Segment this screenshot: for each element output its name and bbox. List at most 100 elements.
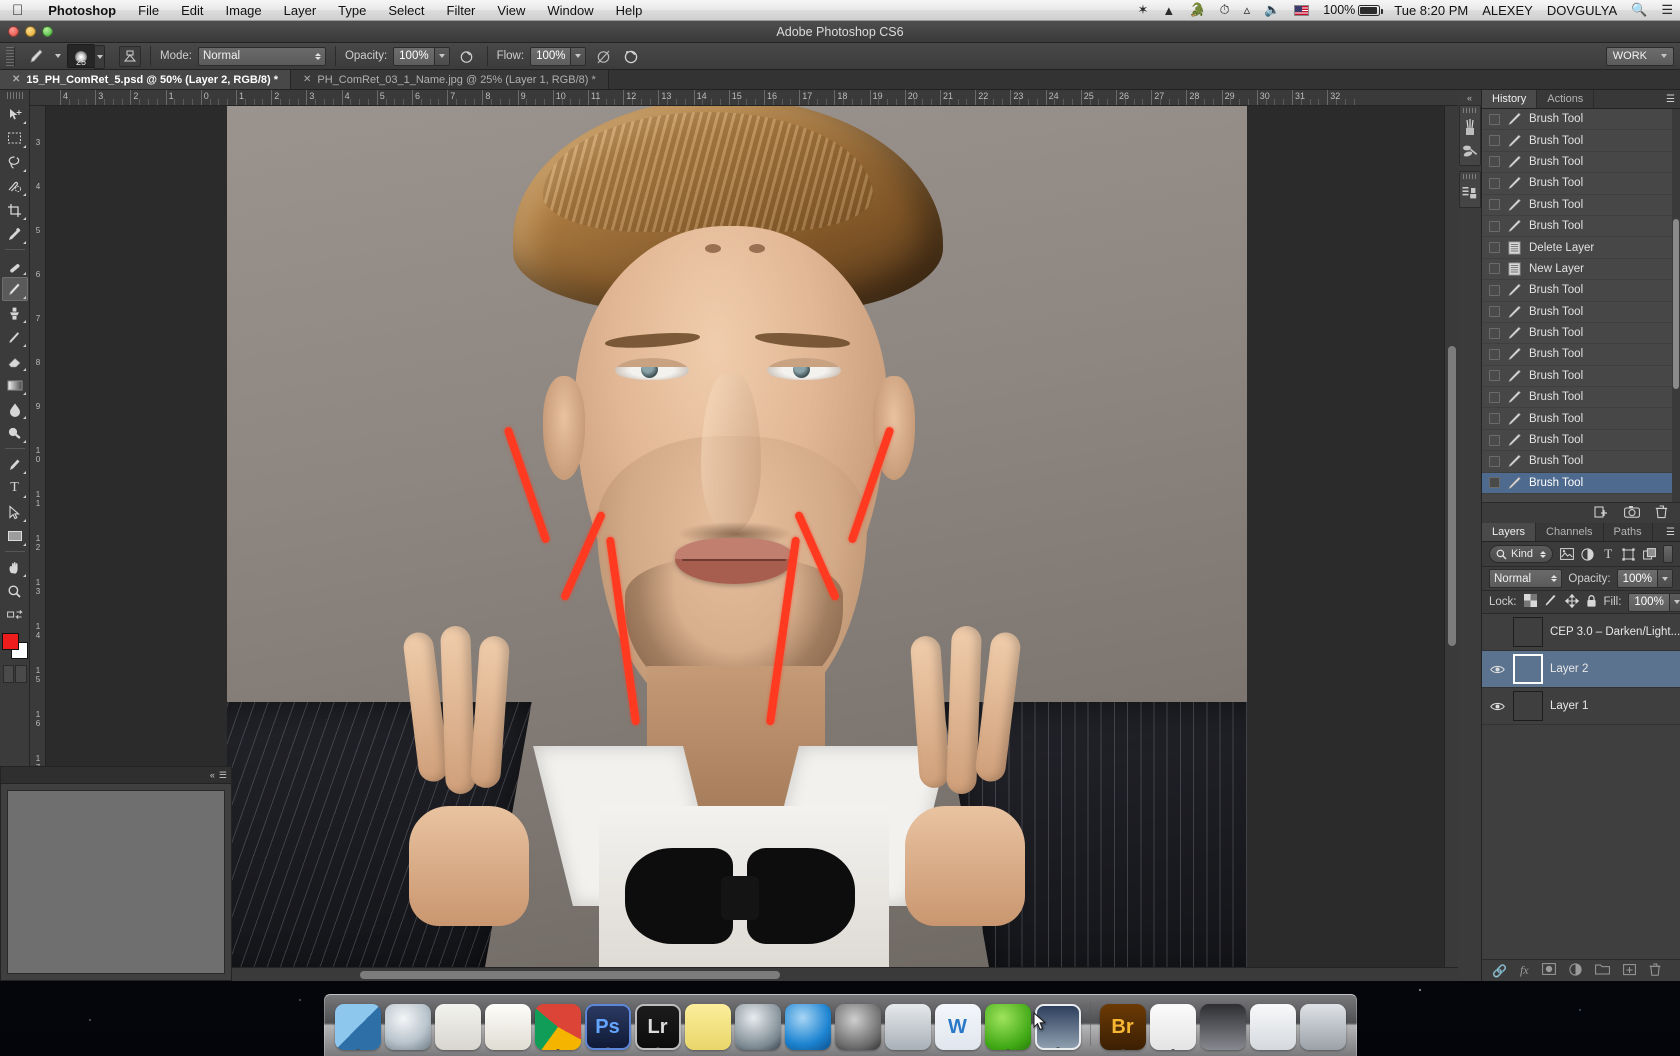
pressure-opacity-icon[interactable] bbox=[456, 46, 478, 67]
hand-tool[interactable] bbox=[2, 555, 28, 579]
history-state-row[interactable]: Brush Tool bbox=[1482, 387, 1680, 409]
menu-help[interactable]: Help bbox=[605, 3, 654, 18]
panel-menu-icon[interactable]: ☰ bbox=[219, 770, 227, 781]
zoom-tool[interactable] bbox=[2, 579, 28, 603]
history-scrollbar-thumb[interactable] bbox=[1673, 219, 1679, 389]
brush-panel-chevron-down-icon[interactable] bbox=[94, 45, 105, 69]
dock-item-adobe-bridge[interactable]: Br bbox=[1099, 1004, 1146, 1050]
history-state-row[interactable]: Brush Tool bbox=[1482, 451, 1680, 473]
history-state-row[interactable]: Brush Tool bbox=[1482, 323, 1680, 345]
dock-item-trash[interactable] bbox=[1299, 1004, 1346, 1050]
menu-layer[interactable]: Layer bbox=[273, 3, 328, 18]
history-source-checkbox[interactable] bbox=[1489, 306, 1500, 318]
gradient-tool[interactable] bbox=[2, 373, 28, 397]
layer-blend-mode-select[interactable]: Normal bbox=[1489, 569, 1563, 588]
close-icon[interactable]: ✕ bbox=[12, 74, 20, 85]
path-selection-tool[interactable] bbox=[2, 500, 28, 524]
history-state-row[interactable]: Brush Tool bbox=[1482, 302, 1680, 323]
quick-selection-tool[interactable] bbox=[2, 174, 28, 198]
us-flag-icon[interactable] bbox=[1287, 4, 1316, 16]
blur-tool[interactable] bbox=[2, 397, 28, 421]
layer-filter-kind-select[interactable]: Kind bbox=[1489, 545, 1554, 563]
history-list[interactable]: Brush Tool Brush Tool Brush Tool Brush Tool… bbox=[1482, 109, 1680, 502]
expand-panels-icon[interactable]: « bbox=[1467, 93, 1472, 105]
tablet-pressure-icon[interactable] bbox=[119, 45, 141, 67]
menu-image[interactable]: Image bbox=[215, 3, 273, 18]
opacity-chevron-down-icon[interactable] bbox=[434, 46, 450, 66]
filter-toggle-icon[interactable] bbox=[1663, 545, 1673, 563]
history-state-row[interactable]: Brush Tool bbox=[1482, 130, 1680, 152]
opacity-value[interactable]: 100% bbox=[393, 46, 435, 66]
dock-item-mail[interactable] bbox=[434, 1004, 481, 1050]
history-state-row[interactable]: Brush Tool bbox=[1482, 280, 1680, 302]
history-source-checkbox[interactable] bbox=[1489, 135, 1500, 147]
fill-value[interactable]: 100% bbox=[1628, 592, 1670, 612]
tab-actions[interactable]: Actions bbox=[1537, 90, 1595, 108]
dock-item-evernote[interactable] bbox=[984, 1004, 1031, 1050]
layer-thumbnail[interactable] bbox=[1512, 617, 1543, 647]
panel-menu-icon[interactable]: ☰ bbox=[1661, 90, 1680, 108]
new-snapshot-icon[interactable] bbox=[1624, 505, 1640, 521]
document-canvas-image[interactable] bbox=[227, 106, 1247, 967]
history-state-row[interactable]: Brush Tool bbox=[1482, 216, 1680, 238]
eyedropper-tool[interactable] bbox=[2, 222, 28, 246]
clock-label[interactable]: Tue 8:20 PM bbox=[1387, 3, 1475, 18]
quick-mask-toggle[interactable] bbox=[2, 665, 27, 683]
lock-transparent-pixels-icon[interactable] bbox=[1523, 594, 1537, 610]
brush-presets-icon[interactable] bbox=[1460, 115, 1480, 139]
apple-logo-icon[interactable]:  bbox=[0, 3, 37, 18]
crop-tool[interactable] bbox=[2, 198, 28, 222]
toolbox-grip[interactable] bbox=[6, 92, 23, 99]
history-source-checkbox[interactable] bbox=[1489, 242, 1500, 254]
brush-size-preview[interactable]: 25 bbox=[67, 44, 105, 69]
history-state-row[interactable]: Brush Tool bbox=[1482, 366, 1680, 388]
canvas-vertical-scrollbar[interactable] bbox=[1444, 106, 1458, 967]
dock-item-stickies[interactable] bbox=[684, 1004, 731, 1050]
horizontal-ruler[interactable]: 4 3 2 1 0 1 2 3 4 5 6 7 8 9 10 11 12 13 14 15 16 17 18 19 20 21 22… bbox=[30, 90, 1458, 106]
shape-filter-icon[interactable] bbox=[1622, 545, 1636, 563]
history-source-checkbox[interactable] bbox=[1489, 391, 1500, 403]
floating-mini-panel[interactable]: « ☰ bbox=[0, 766, 232, 981]
fill-chevron-down-icon[interactable] bbox=[1669, 592, 1680, 612]
pen-tool[interactable] bbox=[2, 452, 28, 476]
brush-preset-chevron-down-icon[interactable] bbox=[55, 54, 61, 58]
history-source-checkbox[interactable] bbox=[1489, 156, 1500, 168]
workspace-chevron-down-icon[interactable] bbox=[1661, 54, 1667, 58]
history-source-checkbox[interactable] bbox=[1489, 327, 1500, 339]
pressure-flow-icon[interactable] bbox=[592, 46, 614, 67]
history-state-row[interactable]: Brush Tool bbox=[1482, 173, 1680, 195]
delete-layer-icon[interactable] bbox=[1649, 963, 1661, 979]
lock-position-icon[interactable] bbox=[1564, 593, 1579, 611]
brush-tool[interactable] bbox=[1, 277, 28, 301]
dock-item-downloads-stack[interactable] bbox=[1199, 1004, 1246, 1050]
foreground-background-color[interactable] bbox=[1, 633, 28, 659]
flow-value[interactable]: 100% bbox=[530, 46, 572, 66]
layer-opacity-chevron-down-icon[interactable] bbox=[1658, 569, 1673, 588]
user-last-name[interactable]: DOVGULYA bbox=[1540, 3, 1624, 18]
lasso-tool[interactable] bbox=[2, 150, 28, 174]
layer-opacity-value[interactable]: 100% bbox=[1616, 569, 1658, 588]
dock-item-utorrent[interactable] bbox=[1149, 1004, 1196, 1050]
history-source-checkbox[interactable] bbox=[1489, 413, 1500, 425]
close-button[interactable] bbox=[8, 26, 19, 37]
tab-history[interactable]: History bbox=[1482, 90, 1538, 108]
dock-item-safari[interactable] bbox=[384, 1004, 431, 1050]
adjustment-filter-icon[interactable] bbox=[1581, 545, 1595, 563]
pixel-filter-icon[interactable] bbox=[1560, 545, 1574, 563]
history-state-row[interactable]: Brush Tool bbox=[1482, 344, 1680, 366]
document-tab-inactive[interactable]: ✕ PH_ComRet_03_1_Name.jpg @ 25% (Layer 1… bbox=[291, 70, 609, 89]
panel-menu-icon[interactable]: ☰ bbox=[1661, 523, 1680, 541]
history-source-checkbox[interactable] bbox=[1489, 199, 1500, 211]
dock-item-microsoft-word[interactable]: W bbox=[934, 1004, 981, 1050]
workspace-switcher[interactable]: WORK bbox=[1605, 46, 1674, 66]
clone-source-icon[interactable] bbox=[1460, 181, 1480, 205]
history-source-checkbox[interactable] bbox=[1489, 220, 1500, 232]
menu-filter[interactable]: Filter bbox=[436, 3, 487, 18]
adjustment-layer-icon[interactable] bbox=[1569, 962, 1582, 979]
history-state-row[interactable]: Brush Tool bbox=[1482, 152, 1680, 174]
layer-mask-icon[interactable] bbox=[1541, 963, 1556, 978]
battery-status[interactable]: 100% bbox=[1316, 3, 1387, 17]
search-icon[interactable]: 🔍 bbox=[1624, 2, 1654, 18]
lock-image-pixels-icon[interactable] bbox=[1544, 594, 1558, 610]
tab-paths[interactable]: Paths bbox=[1604, 523, 1653, 541]
